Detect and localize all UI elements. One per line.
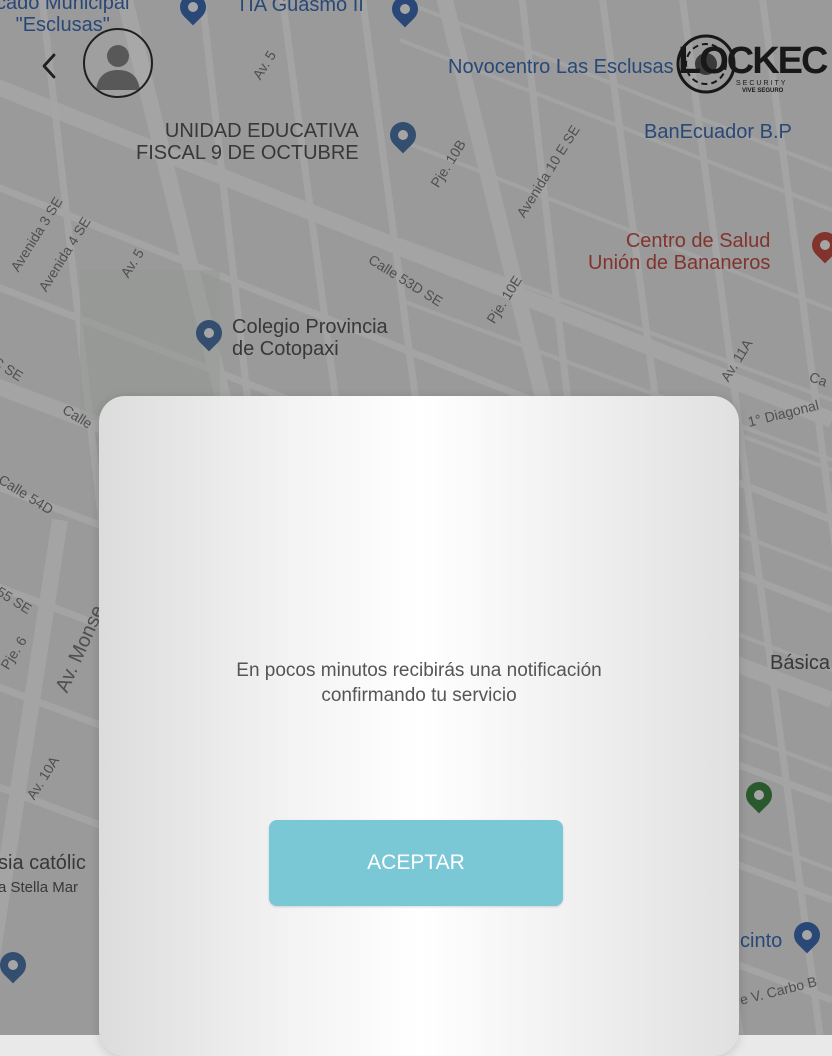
confirmation-modal: En pocos minutos recibirás una notificac…: [99, 396, 739, 1056]
logo-wordmark: LOCKEC: [678, 40, 828, 82]
back-button[interactable]: [32, 46, 66, 86]
brand-logo: LOCKEC SECURITY VIVE SEGURO: [676, 30, 828, 100]
accept-button[interactable]: ACEPTAR: [269, 820, 563, 906]
logo-tagline: VIVE SEGURO: [742, 88, 784, 94]
avatar[interactable]: [83, 28, 153, 98]
user-avatar-icon: [96, 45, 140, 90]
logo-subtitle: SECURITY: [736, 80, 788, 87]
modal-message: En pocos minutos recibirás una notificac…: [236, 660, 602, 706]
chevron-left-icon: [42, 53, 56, 79]
